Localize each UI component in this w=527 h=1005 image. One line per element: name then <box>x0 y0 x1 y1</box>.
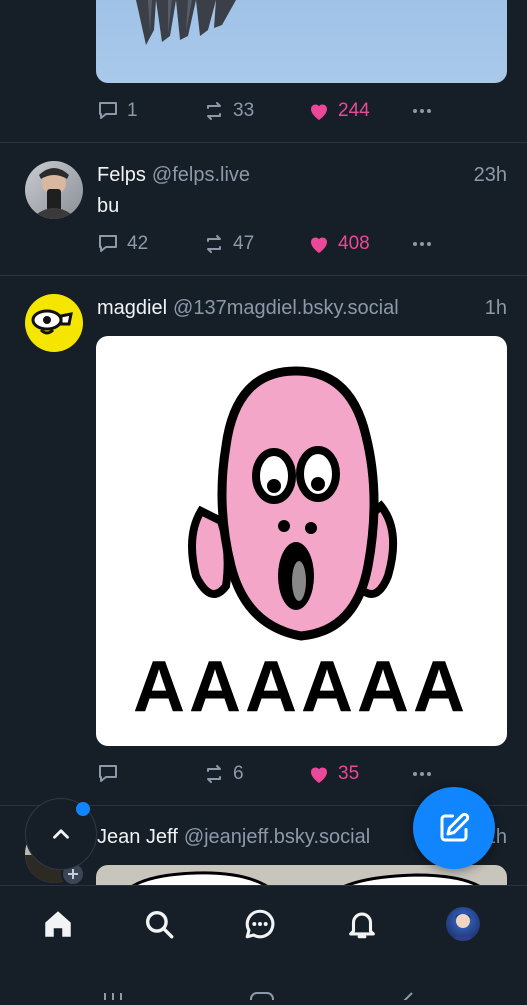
more-options-button[interactable] <box>410 761 434 787</box>
reply-button[interactable] <box>96 761 127 787</box>
post-timestamp: 1h <box>484 296 507 319</box>
avatar-photo <box>31 168 77 219</box>
system-nav-bar <box>0 971 527 1005</box>
ellipsis-icon <box>413 772 431 776</box>
nav-chat[interactable] <box>240 904 280 944</box>
heart-filled-icon <box>311 237 327 253</box>
nav-home[interactable] <box>38 904 78 944</box>
like-button[interactable]: 408 <box>307 231 370 257</box>
author-handle[interactable]: @felps.live <box>152 164 250 187</box>
post-header: Felps @felps.live 23h <box>97 163 507 187</box>
heart-filled-icon <box>311 767 327 783</box>
profile-avatar <box>446 907 480 941</box>
repost-count: 33 <box>233 100 255 121</box>
reply-icon <box>99 102 117 119</box>
author-handle[interactable]: @137magdiel.bsky.social <box>173 297 399 320</box>
like-count: 244 <box>338 100 370 121</box>
reply-count: 42 <box>127 233 149 254</box>
feed: 1 33 244 Felps @felps.live 23h bu 42 47 … <box>0 0 527 885</box>
repost-count: 47 <box>233 233 255 254</box>
reply-icon <box>99 235 117 252</box>
repost-button[interactable]: 33 <box>202 98 254 124</box>
ellipsis-icon <box>413 109 431 113</box>
plus-icon <box>68 869 78 879</box>
nav-notifications[interactable] <box>342 904 382 944</box>
profile-avatar-image <box>451 913 475 941</box>
nav-profile[interactable] <box>443 904 483 944</box>
post-actions: 42 47 408 <box>96 231 436 257</box>
home-icon <box>45 911 71 937</box>
avatar-logo <box>31 309 73 335</box>
chevron-up-icon <box>53 829 69 839</box>
avatar[interactable] <box>25 294 83 352</box>
screaming-ghost-image: AAAAAA <box>133 366 469 727</box>
post-actions: 1 33 244 <box>96 98 436 124</box>
author-name[interactable]: Felps <box>97 164 146 187</box>
repost-icon <box>207 102 221 120</box>
author-name[interactable]: magdiel <box>97 297 167 320</box>
post-image[interactable]: AAAAAA <box>96 336 507 746</box>
author-name[interactable]: Jean Jeff <box>97 826 178 849</box>
avatar[interactable] <box>25 161 83 219</box>
feed-post[interactable]: 1 33 244 <box>0 0 527 143</box>
compose-button[interactable] <box>413 787 495 869</box>
author-handle[interactable]: @jeanjeff.bsky.social <box>184 826 370 849</box>
bottom-nav <box>0 885 527 972</box>
repost-icon <box>207 235 221 253</box>
repost-count: 6 <box>233 763 244 784</box>
nav-search[interactable] <box>139 904 179 944</box>
reply-icon <box>99 765 117 782</box>
system-nav-icons <box>104 992 413 1005</box>
bell-icon <box>349 912 375 939</box>
ellipsis-icon <box>413 242 431 246</box>
feed-post[interactable]: Felps @felps.live 23h bu 42 47 408 <box>0 142 527 276</box>
like-count: 408 <box>338 233 370 254</box>
compose-icon <box>440 812 470 842</box>
repost-button[interactable]: 47 <box>202 231 254 257</box>
reply-button[interactable]: 1 <box>96 98 138 124</box>
post-header: magdiel @137magdiel.bsky.social 1h <box>97 296 507 320</box>
new-posts-indicator <box>76 802 90 816</box>
heart-filled-icon <box>311 104 327 120</box>
like-button[interactable]: 244 <box>307 98 370 124</box>
post-text: bu <box>97 195 120 217</box>
bird-wing-image <box>136 0 236 45</box>
search-icon <box>145 910 174 939</box>
post-timestamp: 23h <box>473 163 507 186</box>
feed-post[interactable]: magdiel @137magdiel.bsky.social 1h AAAAA… <box>0 275 527 806</box>
repost-button[interactable]: 6 <box>202 761 244 787</box>
chat-icon <box>245 909 275 939</box>
like-button[interactable]: 35 <box>307 761 359 787</box>
reply-button[interactable]: 42 <box>96 231 148 257</box>
post-actions: 6 35 <box>96 761 436 787</box>
image-caption-text: AAAAAA <box>133 647 469 727</box>
more-options-button[interactable] <box>410 98 434 124</box>
more-options-button[interactable] <box>410 231 434 257</box>
post-image[interactable] <box>96 0 507 83</box>
repost-icon <box>207 765 221 783</box>
like-count: 35 <box>338 763 360 784</box>
reply-count: 1 <box>127 100 138 121</box>
